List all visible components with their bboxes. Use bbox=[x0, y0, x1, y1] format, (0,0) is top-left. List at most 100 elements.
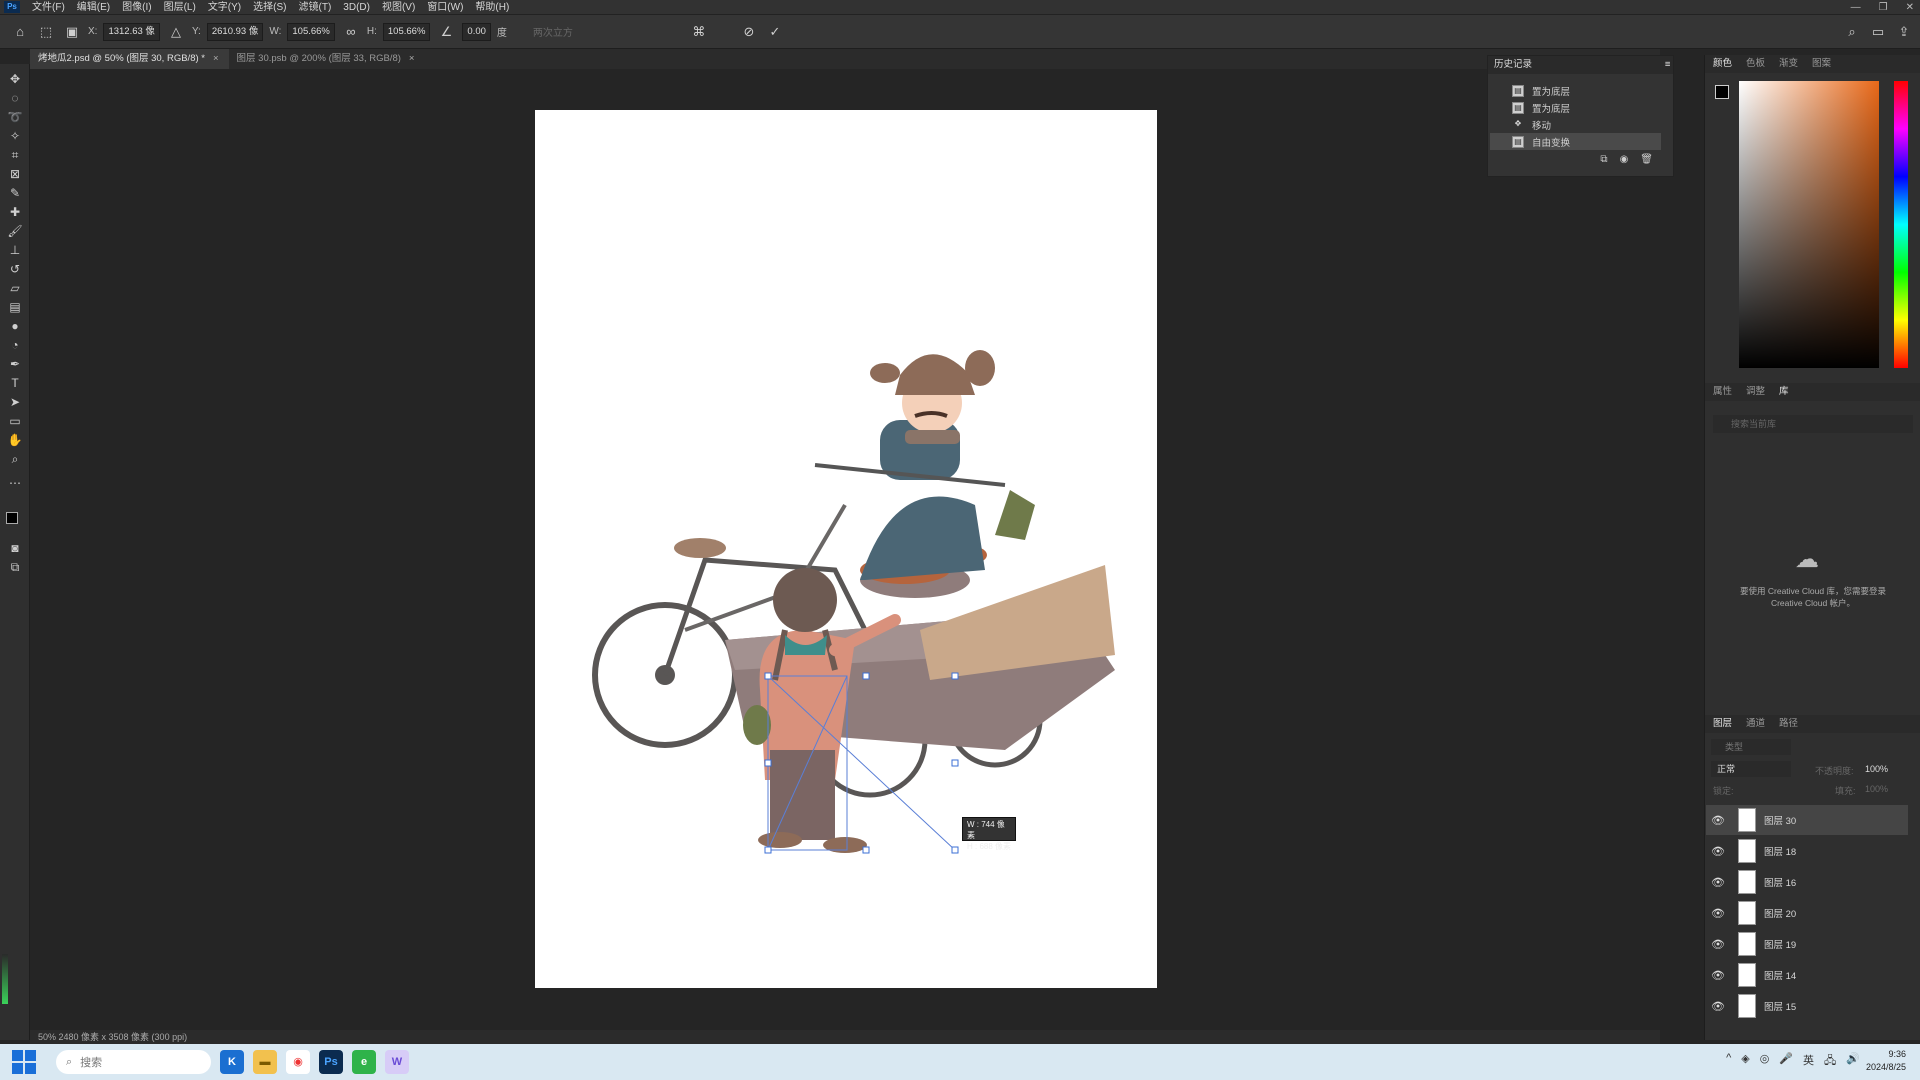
healing-brush-icon[interactable]: ✚ bbox=[6, 203, 24, 221]
crop-tool-icon[interactable]: ⌗ bbox=[6, 146, 24, 164]
menu-view[interactable]: 视图(V) bbox=[376, 0, 421, 15]
w-field[interactable]: 105.66% bbox=[287, 22, 335, 41]
brush-tool-icon[interactable]: 🖌 bbox=[6, 222, 24, 240]
tab-close-icon[interactable]: × bbox=[213, 49, 219, 69]
rectangle-tool-icon[interactable]: ▭ bbox=[6, 412, 24, 430]
history-item[interactable]: ▤ 置为底层 bbox=[1490, 82, 1661, 99]
pen-tool-icon[interactable]: ✒ bbox=[6, 355, 24, 373]
link-icon[interactable]: ∞ bbox=[341, 22, 361, 42]
delete-state-icon[interactable]: 🗑 bbox=[1640, 154, 1653, 165]
foreground-swatch[interactable] bbox=[1715, 85, 1729, 99]
commit-transform-icon[interactable]: ✓ bbox=[765, 22, 785, 42]
visibility-eye-icon[interactable]: 👁 bbox=[1706, 814, 1730, 827]
menu-3d[interactable]: 3D(D) bbox=[337, 0, 376, 15]
foreground-color-swatch[interactable] bbox=[6, 512, 18, 524]
taskbar-search[interactable]: ⌕ 搜索 bbox=[56, 1050, 211, 1074]
opacity-field[interactable]: 100% bbox=[1865, 764, 1888, 774]
search-icon[interactable]: ⌕ bbox=[1842, 22, 1862, 42]
layer-row[interactable]: 👁 图层 14 bbox=[1706, 960, 1908, 990]
reference-point-icon[interactable]: ▣ bbox=[62, 22, 82, 42]
system-clock[interactable]: 9:36 2024/8/25 bbox=[1866, 1048, 1906, 1074]
frame-tool-icon[interactable]: ⊠ bbox=[6, 165, 24, 183]
quick-mask-icon[interactable]: ◙ bbox=[6, 539, 24, 557]
eyedropper-icon[interactable]: ✎ bbox=[6, 184, 24, 202]
blur-tool-icon[interactable]: ● bbox=[6, 317, 24, 335]
visibility-eye-icon[interactable]: 👁 bbox=[1706, 938, 1730, 951]
document-canvas[interactable]: W : 744 像素 H : 688 像素 bbox=[535, 110, 1157, 988]
close-icon[interactable]: ✕ bbox=[1906, 0, 1914, 15]
color-picker-field[interactable] bbox=[1739, 81, 1879, 368]
menu-file[interactable]: 文件(F) bbox=[26, 0, 71, 15]
warp-icon[interactable]: ⌘ bbox=[689, 22, 709, 42]
snapshot-icon[interactable]: ◉ bbox=[1620, 154, 1629, 165]
x-field[interactable]: 1312.63 像 bbox=[103, 22, 160, 41]
menu-window[interactable]: 窗口(W) bbox=[421, 0, 469, 15]
tab-document-2[interactable]: 图层 30.psb @ 200% (图层 33, RGB/8) × bbox=[229, 49, 425, 69]
tab-document-1[interactable]: 烤地瓜2.psd @ 50% (图层 30, RGB/8) * × bbox=[30, 49, 229, 69]
visibility-eye-icon[interactable]: 👁 bbox=[1706, 845, 1730, 858]
home-icon[interactable]: ⌂ bbox=[10, 22, 30, 42]
interpolation-select[interactable]: 两次立方 bbox=[533, 24, 573, 39]
layer-row[interactable]: 👁 图层 19 bbox=[1706, 929, 1908, 959]
network-icon[interactable]: 🖧 bbox=[1824, 1052, 1836, 1071]
path-select-icon[interactable]: ➤ bbox=[6, 393, 24, 411]
tab-channels[interactable]: 通道 bbox=[1746, 715, 1765, 733]
eraser-tool-icon[interactable]: ▱ bbox=[6, 279, 24, 297]
restore-icon[interactable]: ❐ bbox=[1879, 0, 1888, 15]
tray-browser-icon[interactable]: ◎ bbox=[1760, 1052, 1770, 1071]
library-search-input[interactable]: 搜索当前库 bbox=[1713, 415, 1913, 433]
share-icon[interactable]: ⇪ bbox=[1894, 22, 1914, 42]
cancel-transform-icon[interactable]: ⊘ bbox=[739, 22, 759, 42]
layer-row[interactable]: 👁 图层 18 bbox=[1706, 836, 1908, 866]
menu-select[interactable]: 选择(S) bbox=[247, 0, 292, 15]
volume-icon[interactable]: 🔊 bbox=[1846, 1052, 1860, 1071]
menu-layer[interactable]: 图层(L) bbox=[158, 0, 202, 15]
hue-slider[interactable] bbox=[1894, 81, 1908, 368]
gradient-tool-icon[interactable]: ▤ bbox=[6, 298, 24, 316]
app-icon[interactable]: W bbox=[385, 1050, 409, 1074]
delta-icon[interactable]: △ bbox=[166, 22, 186, 42]
zoom-tool-icon[interactable]: ⌕ bbox=[6, 450, 24, 468]
history-item[interactable]: ✥ 移动 bbox=[1490, 116, 1661, 133]
microphone-icon[interactable]: 🎤 bbox=[1779, 1052, 1793, 1071]
tab-color[interactable]: 颜色 bbox=[1713, 55, 1732, 73]
k-app-icon[interactable]: K bbox=[220, 1050, 244, 1074]
new-document-from-state-icon[interactable]: ⧉ bbox=[1600, 154, 1607, 165]
start-button[interactable] bbox=[12, 1050, 36, 1074]
marquee-tool-icon[interactable]: ◌ bbox=[6, 89, 24, 107]
y-field[interactable]: 2610.93 像 bbox=[206, 22, 264, 41]
screen-mode-icon[interactable]: ⧉ bbox=[6, 558, 24, 576]
more-tools-icon[interactable]: ⋯ bbox=[6, 474, 24, 492]
tab-properties[interactable]: 属性 bbox=[1713, 383, 1732, 401]
history-item[interactable]: ▤ 置为底层 bbox=[1490, 99, 1661, 116]
layer-row[interactable]: 👁 图层 15 bbox=[1706, 991, 1908, 1021]
menu-image[interactable]: 图像(I) bbox=[116, 0, 157, 15]
layer-row[interactable]: 👁 图层 16 bbox=[1706, 867, 1908, 897]
tab-gradients[interactable]: 渐变 bbox=[1779, 55, 1798, 73]
menu-filter[interactable]: 滤镜(T) bbox=[293, 0, 338, 15]
blend-mode-select[interactable]: 正常 bbox=[1711, 761, 1791, 777]
panel-menu-icon[interactable]: ≡ bbox=[1665, 56, 1673, 74]
tab-patterns[interactable]: 图案 bbox=[1812, 55, 1831, 73]
ime-indicator[interactable]: 英 bbox=[1803, 1052, 1814, 1071]
move-tool-icon[interactable]: ✥ bbox=[6, 70, 24, 88]
h-field[interactable]: 105.66% bbox=[382, 22, 431, 41]
history-brush-icon[interactable]: ↺ bbox=[6, 260, 24, 278]
tab-adjustments[interactable]: 调整 bbox=[1746, 383, 1765, 401]
layer-filter-input[interactable]: 类型 bbox=[1711, 739, 1791, 755]
tray-chevron-icon[interactable]: ^ bbox=[1726, 1052, 1731, 1071]
angle-field[interactable]: 0.00 bbox=[462, 22, 491, 41]
menu-type[interactable]: 文字(Y) bbox=[202, 0, 247, 15]
chrome-icon[interactable]: ◉ bbox=[286, 1050, 310, 1074]
menu-edit[interactable]: 编辑(E) bbox=[71, 0, 116, 15]
tab-layers[interactable]: 图层 bbox=[1713, 715, 1732, 733]
magic-wand-icon[interactable]: ✧ bbox=[6, 127, 24, 145]
dodge-tool-icon[interactable]: ◔ bbox=[6, 336, 24, 354]
tab-paths[interactable]: 路径 bbox=[1779, 715, 1798, 733]
visibility-eye-icon[interactable]: 👁 bbox=[1706, 907, 1730, 920]
visibility-eye-icon[interactable]: 👁 bbox=[1706, 969, 1730, 982]
layer-row[interactable]: 👁 图层 20 bbox=[1706, 898, 1908, 928]
layer-row[interactable]: 👁 图层 30 bbox=[1706, 805, 1908, 835]
visibility-eye-icon[interactable]: 👁 bbox=[1706, 1000, 1730, 1013]
lasso-tool-icon[interactable]: ➰ bbox=[6, 108, 24, 126]
